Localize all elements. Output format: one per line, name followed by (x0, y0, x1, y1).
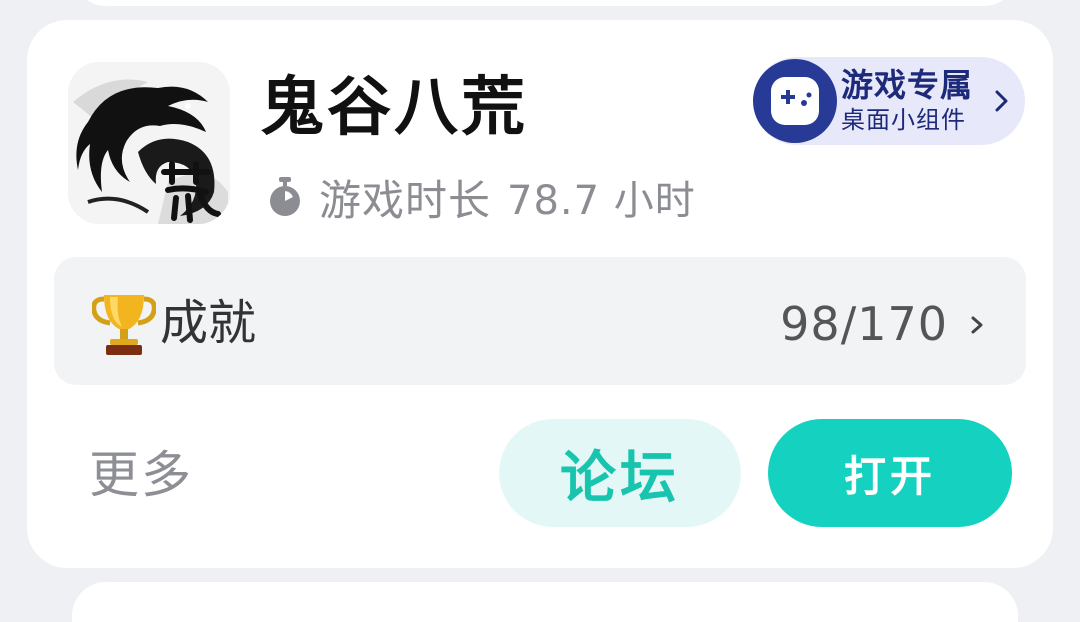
widget-title: 游戏专属 (841, 66, 974, 104)
desktop-widget-button[interactable]: 游戏专属 桌面小组件 (753, 57, 1025, 145)
previous-card-edge (72, 0, 1018, 6)
playtime-row: 游戏时长 78.7 小时 (265, 170, 696, 225)
game-title: 鬼谷八荒 (260, 71, 528, 145)
playtime-label: 游戏时长 (319, 175, 492, 225)
chevron-right-icon (995, 90, 1008, 112)
ink-dragon-icon (68, 62, 230, 224)
gamepad-badge (753, 59, 837, 143)
chevron-right-icon (971, 316, 983, 334)
stopwatch-icon (270, 177, 300, 216)
next-card-edge (72, 582, 1018, 622)
achievements-row[interactable]: 成就 98/170 (54, 257, 1026, 385)
game-app-icon[interactable] (68, 62, 230, 224)
gamepad-icon (771, 77, 819, 125)
open-game-button[interactable]: 打开 (768, 419, 1012, 527)
more-link[interactable]: 更多 (89, 444, 193, 506)
widget-subtitle: 桌面小组件 (841, 106, 966, 134)
achievements-count: 98/170 (780, 297, 948, 351)
forum-button[interactable]: 论坛 (499, 419, 741, 527)
trophy-icon (92, 295, 156, 355)
achievements-label: 成就 (160, 295, 257, 351)
playtime-value: 78.7 小时 (507, 178, 696, 224)
game-card: 鬼谷八荒 游戏时长 78.7 小时 游戏专属 桌面小组件 成就 98/170 更… (27, 20, 1053, 568)
